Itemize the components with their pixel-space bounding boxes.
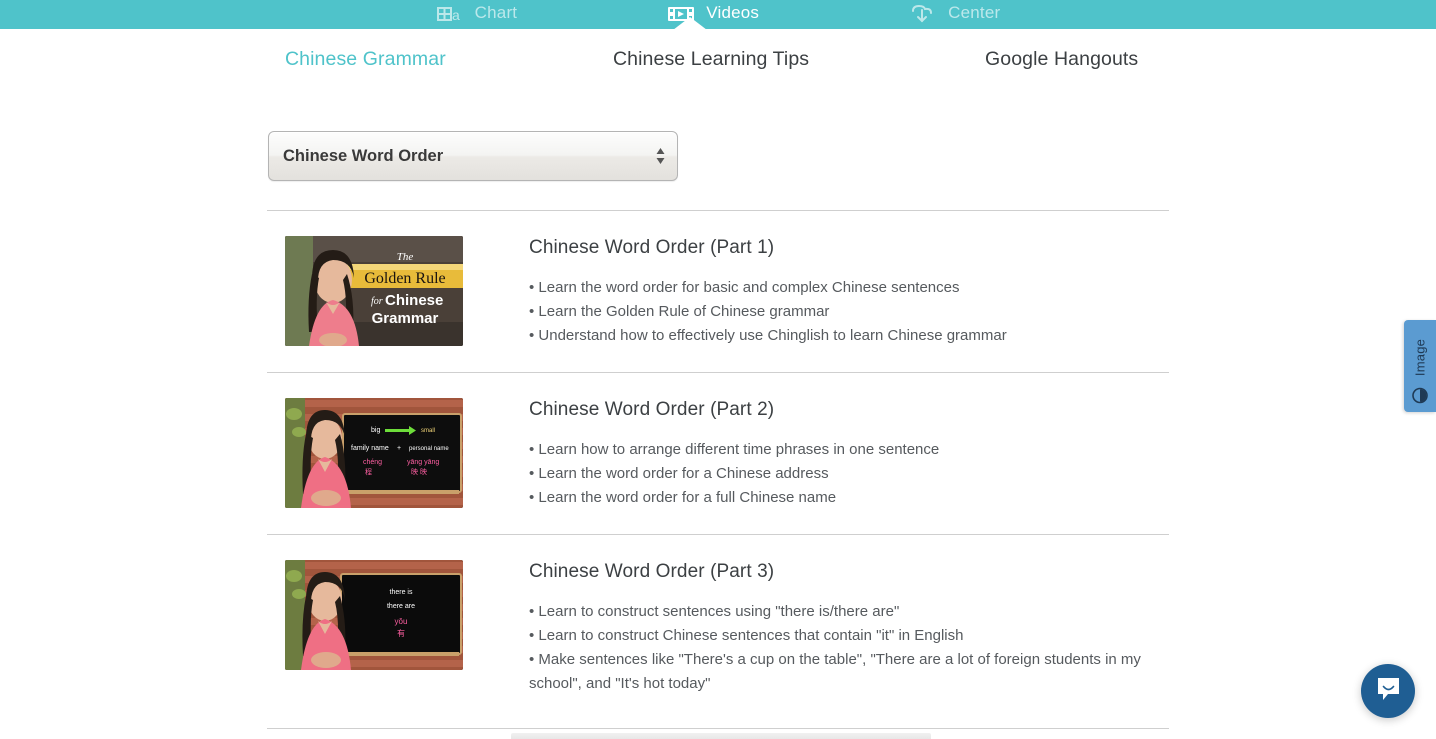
video-bullet: • Learn the word order for basic and com…: [529, 279, 960, 296]
svg-text:a: a: [452, 7, 460, 23]
video-list-item[interactable]: The Golden Rule for Chinese Grammar Chin…: [267, 210, 1169, 372]
video-info: Chinese Word Order (Part 1) • Learn the …: [529, 236, 1007, 348]
video-list: The Golden Rule for Chinese Grammar Chin…: [267, 210, 1169, 720]
video-bullet: • Understand how to effectively use Chin…: [529, 327, 1007, 344]
svg-text:there is: there is: [390, 589, 413, 596]
svg-text:big: big: [371, 427, 380, 434]
subtab-google-hangouts[interactable]: Google Hangouts: [985, 48, 1138, 71]
video-bullet: • Learn the word order for a full Chines…: [529, 489, 837, 506]
svg-text:The: The: [397, 251, 414, 263]
svg-text:personal name: personal name: [409, 446, 449, 452]
video-bullet: • Learn how to arrange different time ph…: [529, 441, 940, 458]
svg-text:there are: there are: [387, 603, 415, 610]
nav-item-center-label: Center: [948, 3, 1001, 22]
cloud-download-icon: [909, 3, 937, 25]
top-navigation-bar: a Chart Videos Center: [0, 0, 1436, 29]
svg-text:+: +: [397, 445, 401, 452]
series-select-container: Chinese Word Order: [268, 131, 678, 181]
video-title[interactable]: Chinese Word Order (Part 1): [529, 237, 1007, 259]
video-list-item[interactable]: there is there are yǒu 有 Chinese Word Or…: [267, 534, 1169, 720]
svg-text:for: for: [371, 296, 383, 307]
video-bullet: • Learn the word order for a Chinese add…: [529, 465, 829, 482]
table-chart-icon: a: [436, 3, 464, 25]
nav-item-chart-label: Chart: [474, 3, 518, 22]
image-side-tab-label: Image: [1412, 338, 1428, 377]
contrast-circle-icon: [1412, 387, 1429, 404]
video-bullet: • Learn to construct sentences using "th…: [529, 603, 900, 620]
svg-text:程: 程: [365, 467, 372, 476]
video-bullet: • Learn the Golden Rule of Chinese gramm…: [529, 303, 830, 320]
video-list-item[interactable]: big small family name + personal name ch…: [267, 372, 1169, 534]
video-thumbnail-golden-rule[interactable]: The Golden Rule for Chinese Grammar: [285, 236, 463, 346]
subtab-bar: Chinese Grammar Chinese Learning Tips Go…: [267, 48, 1169, 86]
chat-launcher-button[interactable]: [1361, 664, 1415, 718]
next-video-row-partial: [511, 733, 931, 739]
video-bullet: • Make sentences like "There's a cup on …: [529, 651, 1141, 692]
video-title[interactable]: Chinese Word Order (Part 3): [529, 561, 1169, 583]
svg-text:Golden Rule: Golden Rule: [364, 270, 445, 287]
nav-item-center[interactable]: Center: [909, 0, 1000, 27]
svg-text:family name: family name: [351, 445, 389, 452]
video-thumbnail-name-order[interactable]: big small family name + personal name ch…: [285, 398, 463, 508]
video-bullet: • Learn to construct Chinese sentences t…: [529, 627, 964, 644]
svg-text:yāng yāng: yāng yāng: [407, 459, 439, 466]
svg-text:yǒu: yǒu: [395, 617, 408, 626]
video-title[interactable]: Chinese Word Order (Part 2): [529, 399, 939, 421]
list-divider: [267, 728, 1169, 729]
image-side-tab[interactable]: Image: [1404, 320, 1436, 412]
video-info: Chinese Word Order (Part 2) • Learn how …: [529, 398, 939, 510]
svg-text:有: 有: [397, 628, 405, 638]
svg-text:Chinese: Chinese: [385, 292, 443, 309]
nav-item-videos-label: Videos: [706, 3, 760, 22]
svg-text:Grammar: Grammar: [372, 310, 439, 327]
nav-item-chart[interactable]: a Chart: [436, 0, 518, 27]
svg-text:chéng: chéng: [363, 459, 382, 466]
subtab-chinese-grammar[interactable]: Chinese Grammar: [285, 48, 446, 71]
svg-text:small: small: [421, 428, 435, 434]
video-thumbnail-there-is[interactable]: there is there are yǒu 有: [285, 560, 463, 670]
chat-smile-bubble-icon: [1375, 675, 1402, 707]
video-info: Chinese Word Order (Part 3) • Learn to c…: [529, 560, 1169, 696]
subtab-chinese-learning-tips[interactable]: Chinese Learning Tips: [613, 48, 809, 71]
active-tab-pointer: [673, 17, 707, 30]
svg-text:映 映: 映 映: [411, 467, 427, 476]
video-series-select[interactable]: Chinese Word Order: [268, 131, 678, 181]
